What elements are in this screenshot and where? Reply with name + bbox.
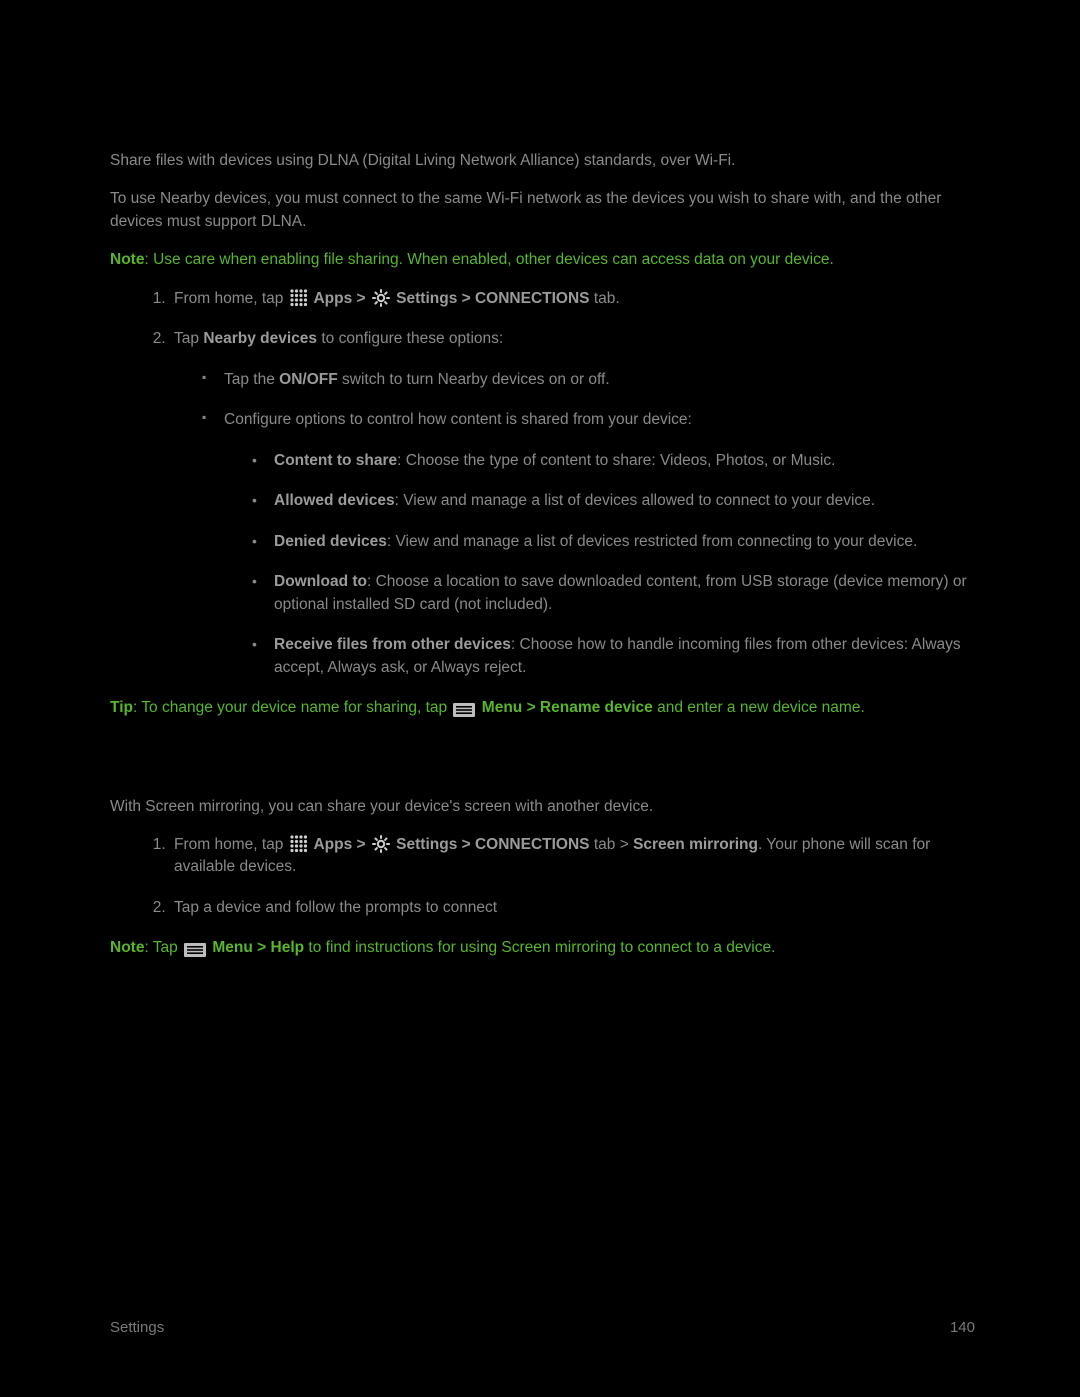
opt4-text: : Choose a location to save downloaded c… xyxy=(274,573,967,612)
sm-note-label: Note xyxy=(110,939,144,956)
step1-suffix: tab. xyxy=(590,290,620,307)
opt3-text: : View and manage a list of devices rest… xyxy=(387,533,917,550)
sm-step-1: From home, tap Apps > Settings > CONNECT… xyxy=(170,834,970,879)
section-gap xyxy=(110,736,970,796)
opt4-bold: Download to xyxy=(274,573,367,590)
sm-step1-mid: tab > xyxy=(590,836,634,853)
sub-list: Tap the ON/OFF switch to turn Nearby dev… xyxy=(174,369,970,679)
opt-receive-files: Receive files from other devices: Choose… xyxy=(252,634,970,679)
screen-mirror-intro: With Screen mirroring, you can share you… xyxy=(110,796,970,818)
sub1-bold: ON/OFF xyxy=(279,371,338,388)
tip-bold: Menu > Rename device xyxy=(477,699,652,716)
opt3-bold: Denied devices xyxy=(274,533,387,550)
opt-content-to-share: Content to share: Choose the type of con… xyxy=(252,450,970,472)
opt-allowed-devices: Allowed devices: View and manage a list … xyxy=(252,490,970,512)
sub1-prefix: Tap the xyxy=(224,371,279,388)
step1-prefix: From home, tap xyxy=(174,290,288,307)
footer-left: Settings xyxy=(110,1317,164,1339)
note-text: : Use care when enabling file sharing. W… xyxy=(144,251,833,268)
gear-icon xyxy=(372,835,390,853)
step2-prefix: Tap xyxy=(174,330,203,347)
sm-step2-text: Tap a device and follow the prompts to c… xyxy=(174,899,497,916)
sm-note-line: Note: Tap Menu > Help to find instructio… xyxy=(110,937,970,959)
footer-right: 140 xyxy=(950,1317,975,1339)
menu-lines-icon xyxy=(184,942,206,956)
sm-settings-label: Settings > CONNECTIONS xyxy=(392,836,590,853)
sub-item-onoff: Tap the ON/OFF switch to turn Nearby dev… xyxy=(202,369,970,391)
opt2-bold: Allowed devices xyxy=(274,492,395,509)
sm-step1-bold2: Screen mirroring xyxy=(633,836,758,853)
sm-note-prefix: : Tap xyxy=(144,939,182,956)
opt5-bold: Receive files from other devices xyxy=(274,636,511,653)
sm-apps-label: Apps > xyxy=(310,836,370,853)
tip-suffix: and enter a new device name. xyxy=(653,699,865,716)
options-list: Content to share: Choose the type of con… xyxy=(224,450,970,679)
intro-paragraph-1: Share files with devices using DLNA (Dig… xyxy=(110,150,970,172)
step2-bold: Nearby devices xyxy=(203,330,317,347)
step-2: Tap Nearby devices to configure these op… xyxy=(170,328,970,679)
apps-label: Apps > xyxy=(310,290,370,307)
opt1-bold: Content to share xyxy=(274,452,397,469)
menu-lines-icon xyxy=(453,702,475,716)
sm-step1-prefix: From home, tap xyxy=(174,836,288,853)
gear-icon xyxy=(372,289,390,307)
step-1: From home, tap Apps > Settings > CONNECT… xyxy=(170,288,970,310)
document-page: Share files with devices using DLNA (Dig… xyxy=(0,0,1080,960)
steps-list-2: From home, tap Apps > Settings > CONNECT… xyxy=(110,834,970,919)
steps-list-1: From home, tap Apps > Settings > CONNECT… xyxy=(110,288,970,679)
tip-prefix: : To change your device name for sharing… xyxy=(133,699,452,716)
tip-line: Tip: To change your device name for shar… xyxy=(110,697,970,719)
opt1-text: : Choose the type of content to share: V… xyxy=(397,452,835,469)
apps-grid-icon xyxy=(290,835,308,853)
intro-paragraph-2: To use Nearby devices, you must connect … xyxy=(110,188,970,233)
opt-denied-devices: Denied devices: View and manage a list o… xyxy=(252,531,970,553)
sub2-text: Configure options to control how content… xyxy=(224,411,692,428)
note-label: Note xyxy=(110,251,144,268)
opt-download-to: Download to: Choose a location to save d… xyxy=(252,571,970,616)
apps-grid-icon xyxy=(290,289,308,307)
page-footer: Settings 140 xyxy=(110,1317,975,1339)
sm-note-suffix: to find instructions for using Screen mi… xyxy=(304,939,775,956)
sm-step-2: Tap a device and follow the prompts to c… xyxy=(170,897,970,919)
tip-label: Tip xyxy=(110,699,133,716)
step2-suffix: to configure these options: xyxy=(317,330,503,347)
note-line: Note: Use care when enabling file sharin… xyxy=(110,249,970,271)
opt2-text: : View and manage a list of devices allo… xyxy=(395,492,876,509)
sub-item-configure: Configure options to control how content… xyxy=(202,409,970,679)
sm-note-bold: Menu > Help xyxy=(208,939,304,956)
settings-label: Settings > CONNECTIONS xyxy=(392,290,590,307)
sub1-suffix: switch to turn Nearby devices on or off. xyxy=(338,371,610,388)
